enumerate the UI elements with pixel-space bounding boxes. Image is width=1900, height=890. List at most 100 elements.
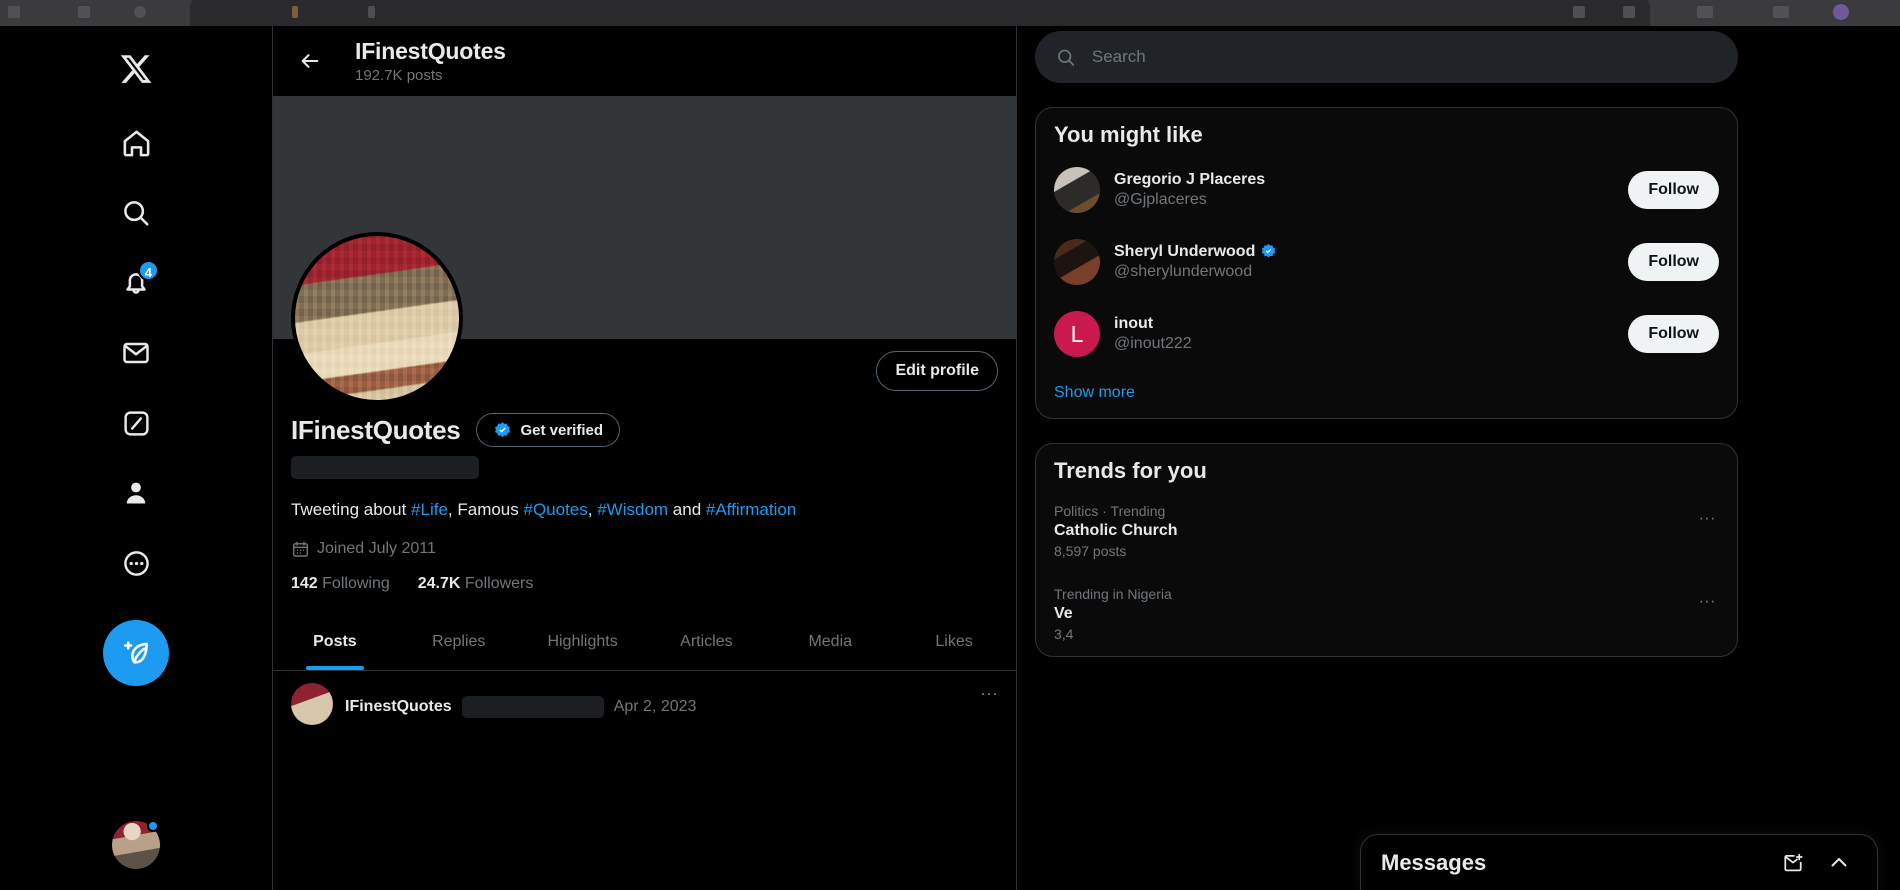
browser-tabstrip[interactable] — [190, 0, 1650, 26]
profile-timeline-column: IFinestQuotes 192.7K posts Edit profile … — [272, 26, 1017, 890]
avatar-texture — [295, 236, 459, 400]
bio-text-3: , — [587, 500, 598, 519]
chevron-up-icon[interactable] — [1821, 845, 1857, 881]
suggested-user-handle: @inout222 — [1114, 334, 1192, 352]
chrome-icon-5[interactable] — [368, 6, 375, 18]
follow-button[interactable]: Follow — [1628, 315, 1719, 353]
tab-likes[interactable]: Likes — [892, 615, 1016, 670]
search-box[interactable] — [1035, 31, 1738, 83]
verified-badge-icon — [1262, 244, 1276, 258]
avatar-initial: L — [1070, 320, 1084, 347]
trend-name: Ve — [1054, 605, 1073, 622]
search-input[interactable] — [1091, 47, 1717, 67]
tab-replies[interactable]: Replies — [397, 615, 521, 670]
bio-hashtag-quotes[interactable]: #Quotes — [524, 500, 588, 519]
following-count: 142 — [291, 574, 318, 592]
compose-post-button[interactable] — [103, 620, 169, 686]
suggested-user-meta: Gregorio J Placeres @Gjplaceres — [1114, 170, 1614, 211]
post-author-name: IFinestQuotes — [345, 697, 452, 715]
chrome-icon-8[interactable] — [1697, 6, 1713, 18]
follow-button[interactable]: Follow — [1628, 171, 1719, 209]
followers-count: 24.7K — [417, 574, 461, 592]
sidebar-item-notifications[interactable]: 4 — [105, 252, 167, 314]
trend-more-icon[interactable]: ··· — [1691, 502, 1723, 534]
you-might-like-title: You might like — [1054, 122, 1203, 147]
tab-media-label: Media — [808, 633, 853, 651]
sidebar-item-explore[interactable] — [105, 182, 167, 244]
tab-posts[interactable]: Posts — [273, 615, 397, 670]
suggested-user-handle: @sherylunderwood — [1114, 262, 1253, 280]
profile-avatar[interactable] — [291, 232, 463, 404]
verified-badge-icon — [495, 421, 511, 437]
follow-button[interactable]: Follow — [1628, 243, 1719, 281]
show-more-link[interactable]: Show more — [1036, 370, 1737, 418]
trend-item[interactable]: Politics · Trending Catholic Church 8,59… — [1036, 490, 1737, 573]
post-more-icon[interactable]: ··· — [980, 683, 998, 725]
suggested-user-meta: inout @inout222 — [1114, 314, 1614, 355]
bio-hashtag-life[interactable]: #Life — [411, 500, 448, 519]
profile-name-row: IFinestQuotes Get verified — [291, 413, 998, 447]
messages-dock-actions — [1775, 845, 1857, 881]
suggested-user-name: Sheryl Underwood — [1114, 242, 1614, 262]
sidebar-item-grok[interactable] — [105, 392, 167, 454]
back-arrow-icon[interactable] — [291, 42, 329, 80]
timeline-post[interactable]: IFinestQuotes Apr 2, 2023 ··· — [273, 671, 1016, 725]
trend-post-count: 3,4 — [1054, 626, 1074, 642]
tab-posts-label: Posts — [313, 633, 357, 651]
chrome-profile-icon[interactable] — [1833, 4, 1849, 20]
account-switcher[interactable] — [105, 814, 167, 876]
trend-more-icon[interactable]: ··· — [1691, 585, 1723, 617]
following-stat[interactable]: 142 Following — [291, 575, 390, 593]
profile-joined-date: Joined July 2011 — [291, 540, 998, 559]
tab-replies-label: Replies — [432, 633, 486, 651]
get-verified-button[interactable]: Get verified — [476, 413, 620, 447]
followers-label: Followers — [464, 574, 534, 592]
x-logo-icon[interactable] — [105, 38, 167, 100]
profile-action-row: Edit profile — [273, 232, 1016, 411]
sidebar-item-profile[interactable] — [105, 462, 167, 524]
suggested-user-row[interactable]: L inout @inout222 Follow — [1036, 298, 1737, 370]
suggested-user-row[interactable]: Sheryl Underwood @sherylunderwood Follow — [1036, 226, 1737, 298]
account-status-dot — [147, 820, 159, 832]
profile-handle-placeholder — [291, 456, 479, 479]
edit-profile-button[interactable]: Edit profile — [876, 351, 998, 391]
chrome-icon-6[interactable] — [1573, 6, 1585, 18]
suggested-user-name-text: inout — [1114, 314, 1154, 332]
chrome-icon-1[interactable] — [8, 6, 20, 18]
header-title-group: IFinestQuotes 192.7K posts — [355, 38, 506, 85]
joined-label: Joined July 2011 — [317, 540, 436, 558]
chrome-icon-3[interactable] — [134, 6, 146, 18]
bio-hashtag-affirmation[interactable]: #Affirmation — [706, 500, 796, 519]
chrome-icon-7[interactable] — [1623, 6, 1635, 18]
suggested-user-row[interactable]: Gregorio J Placeres @Gjplaceres Follow — [1036, 154, 1737, 226]
tab-highlights[interactable]: Highlights — [521, 615, 645, 670]
chrome-icon-9[interactable] — [1773, 6, 1789, 18]
messages-dock[interactable]: Messages — [1360, 834, 1878, 890]
bio-text-1: Tweeting about — [291, 500, 412, 519]
messages-dock-title: Messages — [1381, 849, 1487, 875]
chrome-icon-4[interactable] — [292, 6, 298, 18]
profile-details: IFinestQuotes Get verified Tweeting abou… — [273, 411, 1016, 593]
profile-tabs: Posts Replies Highlights Articles Media … — [273, 615, 1016, 671]
sidebar-item-more[interactable] — [105, 532, 167, 594]
trend-category: Trending in Nigeria — [1054, 586, 1172, 602]
tab-articles-label: Articles — [680, 633, 733, 651]
sidebar-item-home[interactable] — [105, 112, 167, 174]
trend-post-count: 8,597 posts — [1054, 543, 1127, 559]
tab-articles[interactable]: Articles — [644, 615, 768, 670]
page-title: IFinestQuotes — [355, 37, 506, 64]
bio-hashtag-wisdom[interactable]: #Wisdom — [597, 500, 668, 519]
trend-item[interactable]: Trending in Nigeria Ve 3,4 ··· — [1036, 573, 1737, 656]
post-meta-row: IFinestQuotes Apr 2, 2023 — [345, 683, 696, 725]
suggested-user-avatar — [1054, 239, 1100, 285]
trend-category: Politics · Trending — [1054, 503, 1166, 519]
profile-bio: Tweeting about #Life, Famous #Quotes, #W… — [291, 499, 998, 522]
followers-stat[interactable]: 24.7K Followers — [418, 575, 534, 593]
chrome-icon-2[interactable] — [78, 6, 90, 18]
primary-navigation: 4 — [0, 26, 272, 890]
suggested-user-name: Gregorio J Placeres — [1114, 170, 1614, 190]
get-verified-label: Get verified — [520, 421, 603, 439]
sidebar-item-messages[interactable] — [105, 322, 167, 384]
tab-media[interactable]: Media — [768, 615, 892, 670]
new-message-icon[interactable] — [1775, 845, 1811, 881]
